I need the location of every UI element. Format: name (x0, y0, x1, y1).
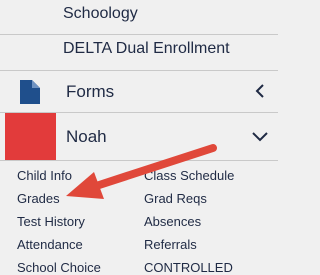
grades-link[interactable]: Grades (17, 191, 60, 206)
document-icon (20, 80, 40, 104)
avatar (5, 113, 56, 160)
student-menu: Schoology DELTA Dual Enrollment Forms No… (0, 0, 278, 275)
child-info-link[interactable]: Child Info (17, 168, 72, 183)
absences-link[interactable]: Absences (144, 214, 201, 229)
delta-dual-enrollment-link[interactable]: DELTA Dual Enrollment (63, 40, 230, 58)
controlled-link[interactable]: CONTROLLED (144, 260, 233, 275)
forms-menu-item[interactable]: Forms (0, 71, 278, 112)
divider (0, 160, 278, 161)
test-history-link[interactable]: Test History (17, 214, 85, 229)
grad-reqs-link[interactable]: Grad Reqs (144, 191, 207, 206)
school-choice-link[interactable]: School Choice (17, 260, 101, 275)
chevron-down-icon (252, 132, 268, 142)
forms-label: Forms (66, 82, 115, 101)
referrals-link[interactable]: Referrals (144, 237, 197, 252)
class-schedule-link[interactable]: Class Schedule (144, 168, 234, 183)
chevron-left-icon (255, 84, 264, 98)
student-name: Noah (66, 127, 107, 146)
schoology-link[interactable]: Schoology (63, 5, 138, 23)
attendance-link[interactable]: Attendance (17, 237, 83, 252)
student-menu-item-noah[interactable]: Noah (0, 113, 278, 160)
divider (0, 34, 278, 35)
